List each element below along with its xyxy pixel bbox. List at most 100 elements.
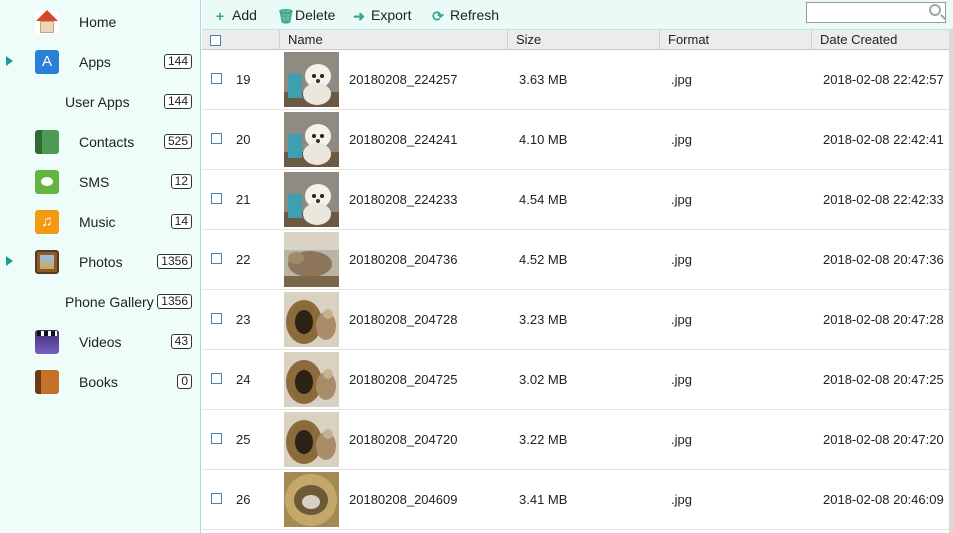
photo-thumbnail[interactable] [284, 232, 339, 287]
column-header-name[interactable]: Name [279, 30, 507, 49]
date-created: 2018-02-08 22:42:33 [823, 192, 944, 207]
row-checkbox[interactable] [211, 433, 222, 444]
sidebar-item-label: Home [79, 14, 117, 30]
file-name: 20180208_204728 [349, 312, 458, 327]
sidebar-item-apps[interactable]: A Apps 144 [0, 42, 200, 82]
photo-thumbnail[interactable] [284, 292, 339, 347]
file-format: .jpg [671, 132, 692, 147]
column-header-date-created[interactable]: Date Created [811, 30, 953, 49]
sidebar-item-videos[interactable]: Videos 43 [0, 322, 200, 362]
file-size: 3.63 MB [519, 72, 568, 87]
file-size: 3.02 MB [519, 372, 568, 387]
file-name: 20180208_224241 [349, 132, 458, 147]
photo-thumbnail[interactable] [284, 112, 339, 167]
table-row[interactable]: 26 20180208_204609 3.41 MB .jpg 2018-02-08 2… [202, 470, 953, 530]
search-input[interactable] [806, 2, 946, 23]
date-created: 2018-02-08 20:47:20 [823, 432, 944, 447]
table-row[interactable]: 24 20180208_204725 3.02 MB .jpg 2018-02-08 2… [202, 350, 953, 410]
photo-thumbnail[interactable] [284, 472, 339, 527]
photo-thumbnail[interactable] [284, 52, 339, 107]
sidebar-item-label: SMS [79, 174, 110, 190]
count-badge: 14 [170, 214, 192, 229]
file-size: 4.10 MB [519, 132, 568, 147]
row-checkbox[interactable] [211, 493, 222, 504]
sidebar-item-label: Music [79, 214, 116, 230]
sidebar-item-phone-gallery[interactable]: Phone Gallery 1356 [0, 282, 200, 322]
row-checkbox[interactable] [211, 133, 222, 144]
trash-icon: 🗑 [277, 8, 295, 24]
file-format: .jpg [671, 432, 692, 447]
count-badge: 525 [163, 134, 192, 149]
sidebar-item-photos[interactable]: Photos 1356 [0, 242, 200, 282]
file-size: 3.41 MB [519, 492, 568, 507]
music-note-icon: ♫ [35, 210, 59, 234]
sidebar-item-user-apps[interactable]: User Apps 144 [0, 82, 200, 122]
export-arrow-icon: ➜ [353, 8, 365, 24]
row-number: 19 [236, 72, 251, 87]
table-row[interactable]: 19 20180208_224257 3.63 MB .jpg 2018-02-08 2… [202, 50, 953, 110]
search-icon[interactable] [929, 4, 941, 16]
row-checkbox[interactable] [211, 253, 222, 264]
date-created: 2018-02-08 22:42:57 [823, 72, 944, 87]
refresh-icon: ⟳ [432, 8, 444, 24]
expand-arrow-icon[interactable] [6, 56, 13, 66]
table-row[interactable]: 22 20180208_204736 4.52 MB .jpg 2018-02-08 2… [202, 230, 953, 290]
export-button[interactable]: ➜ Export [353, 7, 411, 23]
sidebar-item-music[interactable]: ♫ Music 14 [0, 202, 200, 242]
photo-thumbnail[interactable] [284, 172, 339, 227]
delete-button[interactable]: 🗑Delete [277, 7, 335, 23]
add-label: Add [232, 7, 257, 23]
file-format: .jpg [671, 492, 692, 507]
row-checkbox[interactable] [211, 313, 222, 324]
toolbar: + Add 🗑Delete ➜ Export ⟳ Refresh [202, 0, 953, 30]
row-number: 23 [236, 312, 251, 327]
column-header-size[interactable]: Size [507, 30, 659, 49]
refresh-label: Refresh [450, 7, 500, 23]
file-name: 20180208_204725 [349, 372, 458, 387]
row-checkbox[interactable] [211, 193, 222, 204]
book-icon [35, 370, 59, 394]
sidebar-item-label: Apps [79, 54, 111, 70]
table-row[interactable]: 23 20180208_204728 3.23 MB .jpg 2018-02-08 2… [202, 290, 953, 350]
photo-thumbnail[interactable] [284, 352, 339, 407]
plus-icon: + [215, 8, 225, 24]
table-row[interactable]: 20 20180208_224241 4.10 MB .jpg 2018-02-08 2… [202, 110, 953, 170]
refresh-button[interactable]: ⟳ Refresh [432, 7, 499, 23]
row-checkbox[interactable] [211, 73, 222, 84]
table-row[interactable]: 25 20180208_204720 3.22 MB .jpg 2018-02-08 2… [202, 410, 953, 470]
apps-icon: A [35, 50, 59, 74]
sidebar-item-sms[interactable]: SMS 12 [0, 162, 200, 202]
column-header-format[interactable]: Format [659, 30, 811, 49]
scrollbar[interactable] [949, 30, 953, 533]
file-size: 4.54 MB [519, 192, 568, 207]
file-name: 20180208_204609 [349, 492, 458, 507]
photo-thumbnail[interactable] [284, 412, 339, 467]
home-icon [35, 10, 59, 34]
date-created: 2018-02-08 20:46:09 [823, 492, 944, 507]
table-row[interactable]: 21 20180208_224233 4.54 MB .jpg 2018-02-08 2… [202, 170, 953, 230]
expand-arrow-icon[interactable] [6, 256, 13, 266]
file-name: 20180208_224233 [349, 192, 458, 207]
count-badge: 0 [177, 374, 192, 389]
sidebar-item-contacts[interactable]: Contacts 525 [0, 122, 200, 162]
sidebar-item-books[interactable]: Books 0 [0, 362, 200, 402]
file-name: 20180208_204736 [349, 252, 458, 267]
sidebar-item-label: Books [79, 374, 118, 390]
sidebar-item-home[interactable]: Home [0, 2, 200, 42]
file-format: .jpg [671, 312, 692, 327]
file-name: 20180208_224257 [349, 72, 458, 87]
row-number: 26 [236, 492, 251, 507]
select-all-checkbox[interactable] [210, 35, 221, 46]
date-created: 2018-02-08 20:47:28 [823, 312, 944, 327]
sidebar-item-label: Contacts [79, 134, 135, 150]
file-name: 20180208_204720 [349, 432, 458, 447]
clapperboard-icon [35, 330, 59, 354]
table-header: Name Size Format Date Created [202, 30, 953, 50]
file-format: .jpg [671, 72, 692, 87]
contacts-book-icon [35, 130, 59, 154]
add-button[interactable]: + Add [214, 7, 257, 23]
date-created: 2018-02-08 22:42:41 [823, 132, 944, 147]
count-badge: 43 [170, 334, 192, 349]
row-checkbox[interactable] [211, 373, 222, 384]
sidebar-item-label: User Apps [65, 94, 130, 110]
